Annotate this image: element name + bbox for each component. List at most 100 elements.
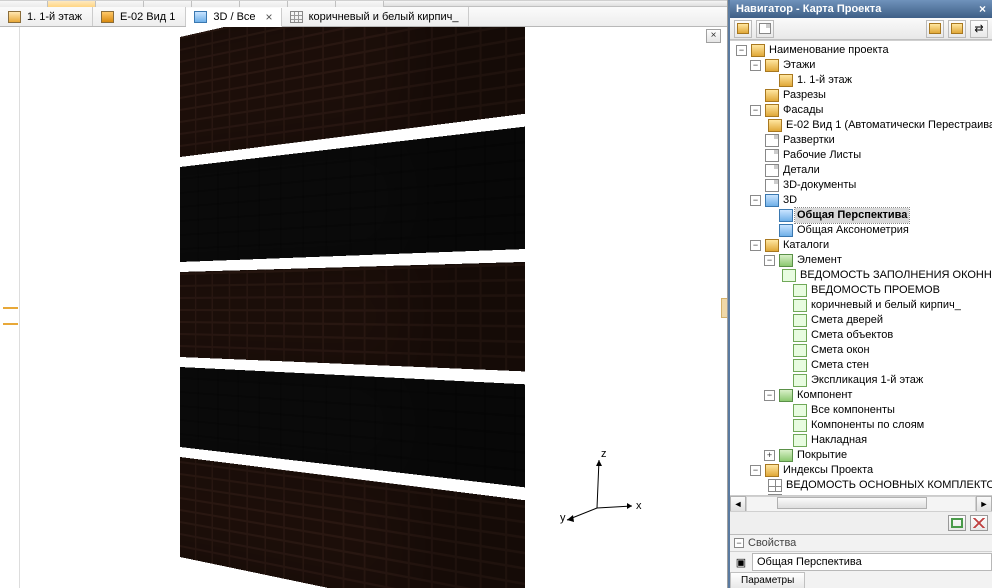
project-tree[interactable]: −Наименование проекта −Этажи 1. 1-й этаж…	[730, 40, 992, 495]
tree-3d-docs[interactable]: 3D-документы	[748, 178, 992, 193]
tree-3d[interactable]: −3D	[748, 193, 992, 208]
vertical-ruler[interactable]	[0, 27, 20, 588]
tab-floor-1[interactable]: 1. 1-й этаж	[0, 7, 93, 26]
sheet-icon	[793, 299, 807, 312]
tree-comp-3[interactable]: Накладная	[776, 433, 992, 448]
tree-el-1[interactable]: ВЕДОМОСТЬ ЗАПОЛНЕНИЯ ОКОННЫХ И ДВЕРНЫХ П…	[776, 268, 992, 283]
cube3d-icon	[779, 224, 793, 237]
tree-el-4[interactable]: Смета дверей	[776, 313, 992, 328]
green-folder-icon	[779, 389, 793, 402]
tab-schedule-brick[interactable]: коричневый и белый кирпич_	[282, 7, 470, 26]
flap-right[interactable]	[721, 298, 727, 318]
nav-tool-links[interactable]: ⇄	[970, 20, 988, 38]
doc-icon	[765, 164, 779, 177]
scroll-left-button[interactable]: ◄	[730, 496, 746, 512]
navigator-panel: Навигатор - Карта Проекта × ⇄ −Наименова…	[728, 0, 992, 588]
nav-tool-1[interactable]	[734, 20, 752, 38]
nav-tool-folder2[interactable]	[948, 20, 966, 38]
tree-el-3[interactable]: коричневый и белый кирпич_	[776, 298, 992, 313]
axis-gizmo[interactable]: x y z	[557, 448, 647, 528]
properties-header[interactable]: − Свойства	[730, 535, 992, 551]
viewport-3d[interactable]: ×	[20, 27, 727, 588]
tree-component[interactable]: −Компонент	[762, 388, 992, 403]
cube3d-icon	[194, 11, 207, 23]
tree-floors[interactable]: −Этажи	[748, 58, 992, 73]
green-folder-icon	[779, 254, 793, 267]
close-tab-icon[interactable]: ×	[266, 10, 273, 24]
tree-comp-2[interactable]: Компоненты по слоям	[776, 418, 992, 433]
tree-unfolds[interactable]: Развертки	[748, 133, 992, 148]
tree-perspective[interactable]: Общая Перспектива	[762, 208, 992, 223]
tab-elevation-e02[interactable]: E-02 Вид 1	[93, 7, 186, 26]
floor-icon	[8, 11, 21, 23]
tree-catalogs[interactable]: −Каталоги	[748, 238, 992, 253]
tree-floor-1[interactable]: 1. 1-й этаж	[762, 73, 992, 88]
sheet-icon	[793, 434, 807, 447]
tree-facades[interactable]: −Фасады	[748, 103, 992, 118]
navigator-title-bar[interactable]: Навигатор - Карта Проекта ×	[730, 0, 992, 18]
properties-panel: − Свойства ▣ Параметры	[730, 534, 992, 588]
tree-comp-1[interactable]: Все компоненты	[776, 403, 992, 418]
tree-el-5[interactable]: Смета объектов	[776, 328, 992, 343]
tree-el-7[interactable]: Смета стен	[776, 358, 992, 373]
tree-project-indexes[interactable]: −Индексы Проекта	[748, 463, 992, 478]
folder-icon	[765, 104, 779, 117]
grid-icon	[290, 11, 303, 23]
nav-tool-2[interactable]	[756, 20, 774, 38]
floor-icon	[779, 74, 793, 87]
properties-tab-params[interactable]: Параметры	[730, 572, 805, 588]
sheet-icon	[782, 269, 796, 282]
folder-icon	[751, 44, 765, 57]
tree-worksheets[interactable]: Рабочие Листы	[748, 148, 992, 163]
navigator-close-icon[interactable]: ×	[979, 0, 986, 18]
tree-horizontal-scrollbar[interactable]: ◄ ►	[730, 495, 992, 511]
collapse-icon[interactable]: −	[734, 538, 744, 548]
tree-root[interactable]: −Наименование проекта	[734, 43, 992, 58]
scroll-track[interactable]	[746, 496, 976, 512]
app-root: 1. 1-й этаж E-02 Вид 1 3D / Все × коричн…	[0, 0, 992, 588]
cube3d-icon	[765, 194, 779, 207]
viewport-close-button[interactable]: ×	[706, 29, 721, 43]
green-folder-icon	[779, 449, 793, 462]
doc-icon	[765, 179, 779, 192]
tree-el-2[interactable]: ВЕДОМОСТЬ ПРОЕМОВ	[776, 283, 992, 298]
view-wrap: ×	[0, 27, 727, 588]
axis-z-label: z	[601, 448, 607, 460]
sheet-icon	[793, 374, 807, 387]
property-name-input[interactable]	[752, 553, 992, 571]
folder-icon	[765, 59, 779, 72]
sheet-icon	[793, 419, 807, 432]
tab-label: E-02 Вид 1	[118, 11, 177, 23]
navigator-title: Навигатор - Карта Проекта	[736, 0, 881, 18]
wall-band-3	[180, 262, 525, 371]
doc-icon	[765, 134, 779, 147]
grid-icon	[768, 479, 782, 492]
new-item-button[interactable]	[948, 515, 966, 531]
tree-sections[interactable]: Разрезы	[748, 88, 992, 103]
nav-tool-folder1[interactable]	[926, 20, 944, 38]
tree-facade-e02[interactable]: E-02 Вид 1 (Автоматически Перестраиваема…	[762, 118, 992, 133]
tree-el-6[interactable]: Смета окон	[776, 343, 992, 358]
axis-y-label: y	[560, 512, 566, 524]
tree-el-8[interactable]: Экспликация 1-й этаж	[776, 373, 992, 388]
tree-pi-1[interactable]: ВЕДОМОСТЬ ОСНОВНЫХ КОМПЛЕКТОВ	[762, 478, 992, 493]
tree-footer-buttons	[730, 511, 992, 534]
scroll-right-button[interactable]: ►	[976, 496, 992, 512]
cube3d-icon: ▣	[730, 556, 752, 569]
tab-3d-all[interactable]: 3D / Все ×	[186, 8, 281, 27]
tree-axonometry[interactable]: Общая Аксонометрия	[762, 223, 992, 238]
properties-tabs: Параметры	[730, 572, 992, 588]
cube3d-icon	[779, 209, 793, 222]
sheet-icon	[793, 359, 807, 372]
tab-label: коричневый и белый кирпич_	[307, 11, 461, 23]
tree-details[interactable]: Детали	[748, 163, 992, 178]
tree-cover[interactable]: +Покрытие	[762, 448, 992, 463]
sheet-icon	[793, 344, 807, 357]
scroll-thumb[interactable]	[777, 497, 927, 509]
ruler-marker[interactable]	[3, 307, 18, 325]
tree-element[interactable]: −Элемент	[762, 253, 992, 268]
elevation-icon	[101, 11, 114, 23]
delete-item-button[interactable]	[970, 515, 988, 531]
folder-icon	[765, 89, 779, 102]
sheet-icon	[793, 314, 807, 327]
